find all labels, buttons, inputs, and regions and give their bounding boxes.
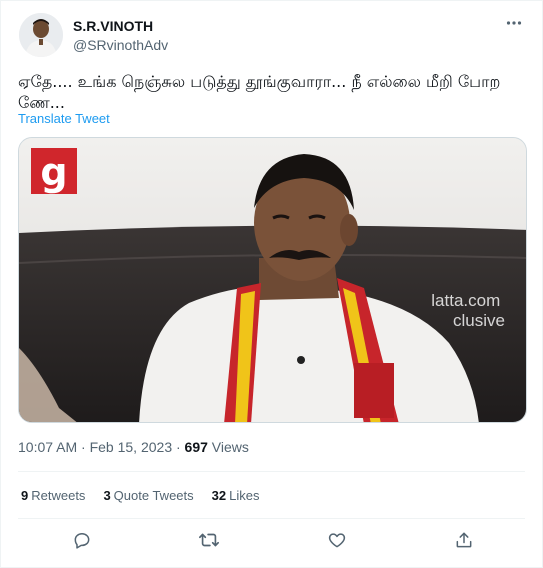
author-handle[interactable]: @SRvinothAdv [73,37,168,53]
divider [18,518,525,519]
video-frame-image: g latta.com clusive [19,138,526,422]
author-display-name[interactable]: S.R.VINOTH [73,18,153,34]
quotes-count: 3 [103,488,111,503]
more-dots-icon[interactable] [504,13,524,33]
retweets-label: Retweets [31,488,86,503]
reply-icon[interactable] [71,529,93,551]
likes-label: Likes [229,488,260,503]
retweets-count: 9 [21,488,29,503]
retweet-icon[interactable] [198,529,220,551]
quotes-label: Quote Tweets [113,488,194,503]
share-icon[interactable] [453,529,475,551]
views-count: 697 [184,439,208,455]
tweet-timestamp[interactable]: 10:07 AM · Feb 15, 2023 · [18,439,185,455]
tweet-text: ஏதே.... உங்க நெஞ்சுல படுத்து தூங்குவாரா.… [18,72,501,112]
tweet-stats: 9 Retweets 3 Quote Tweets 32 Likes [21,488,259,503]
media-logo-letter: g [40,150,67,194]
divider [18,471,525,472]
tweet-media[interactable]: g latta.com clusive [18,137,527,423]
profile-avatar-image [19,13,63,57]
retweets-stat[interactable]: 9 Retweets [21,488,85,503]
avatar[interactable] [19,13,63,57]
tweet-card: S.R.VINOTH @SRvinothAdv ஏதே.... உங்க நெஞ… [0,0,543,568]
tweet-actions [1,525,543,555]
translate-tweet-link[interactable]: Translate Tweet [18,111,110,126]
quotes-stat[interactable]: 3 Quote Tweets [103,488,193,503]
likes-stat[interactable]: 32 Likes [212,488,260,503]
likes-count: 32 [211,488,227,503]
heart-icon[interactable] [326,529,348,551]
views-label: Views [207,439,249,455]
tweet-meta: 10:07 AM · Feb 15, 2023 · 697 Views [18,439,249,455]
